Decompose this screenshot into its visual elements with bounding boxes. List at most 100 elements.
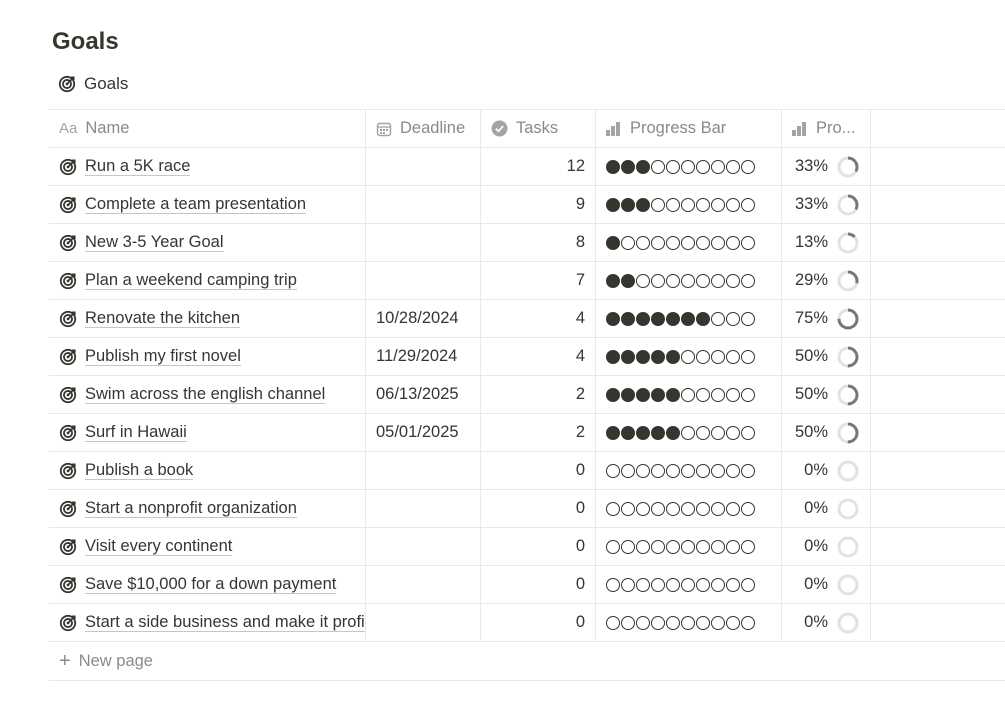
progress-dot: [741, 615, 755, 630]
goal-name-link[interactable]: Run a 5K race: [85, 157, 191, 176]
view-tab-label: Goals: [84, 74, 129, 93]
table-row[interactable]: Complete a team presentation 9 33%: [49, 186, 1005, 224]
cell-tasks[interactable]: 9: [481, 186, 596, 223]
column-header-progress-bar[interactable]: Progress Bar: [596, 110, 782, 147]
cell-progress-bar: [596, 414, 782, 451]
progress-dot: [606, 197, 620, 212]
table-row[interactable]: Start a nonprofit organization 0 0%: [49, 490, 1005, 528]
goal-name-link[interactable]: Publish my first novel: [85, 347, 241, 366]
table-row[interactable]: Swim across the english channel 06/13/20…: [49, 376, 1005, 414]
goal-name-link[interactable]: Renovate the kitchen: [85, 309, 241, 328]
progress-percent: 50%: [794, 423, 828, 441]
goal-name-link[interactable]: Surf in Hawaii: [85, 423, 187, 442]
cell-name[interactable]: Save $10,000 for a down payment: [49, 566, 366, 603]
progress-dot: [726, 197, 740, 212]
cell-tasks[interactable]: 0: [481, 490, 596, 527]
cell-name[interactable]: Start a nonprofit organization: [49, 490, 366, 527]
table-row[interactable]: Renovate the kitchen 10/28/2024 4 75%: [49, 300, 1005, 338]
cell-name[interactable]: Renovate the kitchen: [49, 300, 366, 337]
goal-name-link[interactable]: New 3-5 Year Goal: [85, 233, 224, 252]
cell-deadline[interactable]: 11/29/2024: [366, 338, 481, 375]
progress-dot: [621, 577, 635, 592]
cell-tasks[interactable]: 12: [481, 148, 596, 185]
cell-name[interactable]: New 3-5 Year Goal: [49, 224, 366, 261]
cell-tasks[interactable]: 0: [481, 528, 596, 565]
cell-deadline[interactable]: [366, 186, 481, 223]
table-row[interactable]: Visit every continent 0 0%: [49, 528, 1005, 566]
cell-name[interactable]: Complete a team presentation: [49, 186, 366, 223]
progress-ring: [837, 308, 859, 329]
cell-name[interactable]: Publish a book: [49, 452, 366, 489]
table-row[interactable]: Start a side business and make it profit…: [49, 604, 1005, 642]
row-filler: [871, 224, 1005, 261]
cell-deadline[interactable]: [366, 566, 481, 603]
cell-tasks[interactable]: 8: [481, 224, 596, 261]
table-row[interactable]: Surf in Hawaii 05/01/2025 2 50%: [49, 414, 1005, 452]
cell-deadline[interactable]: [366, 528, 481, 565]
goal-name-link[interactable]: Save $10,000 for a down payment: [85, 575, 337, 594]
cell-name[interactable]: Surf in Hawaii: [49, 414, 366, 451]
goal-name-link[interactable]: Start a nonprofit organization: [85, 499, 297, 518]
cell-deadline[interactable]: [366, 224, 481, 261]
progress-percent: 33%: [794, 157, 828, 175]
cell-deadline[interactable]: [366, 490, 481, 527]
goal-name-link[interactable]: Plan a weekend camping trip: [85, 271, 297, 290]
column-header-progress[interactable]: Pro...: [782, 110, 871, 147]
progress-dot: [651, 387, 665, 402]
progress-dot: [651, 615, 665, 630]
new-page-button[interactable]: + New page: [49, 642, 1005, 681]
cell-tasks[interactable]: 4: [481, 338, 596, 375]
cell-name[interactable]: Visit every continent: [49, 528, 366, 565]
progress-dot: [741, 159, 755, 174]
cell-deadline[interactable]: [366, 452, 481, 489]
progress-ring: [837, 536, 859, 557]
cell-name[interactable]: Swim across the english channel: [49, 376, 366, 413]
column-header-deadline[interactable]: Deadline: [366, 110, 481, 147]
cell-deadline[interactable]: 10/28/2024: [366, 300, 481, 337]
cell-deadline[interactable]: [366, 262, 481, 299]
goal-name-link[interactable]: Swim across the english channel: [85, 385, 326, 404]
goal-name-link[interactable]: Complete a team presentation: [85, 195, 307, 214]
progress-dot: [651, 501, 665, 516]
cell-tasks[interactable]: 2: [481, 376, 596, 413]
progress-dot: [666, 197, 680, 212]
progress-dot: [741, 463, 755, 478]
cell-tasks[interactable]: 2: [481, 414, 596, 451]
target-icon: [59, 348, 77, 366]
column-header-tasks[interactable]: Tasks: [481, 110, 596, 147]
table-row[interactable]: Publish my first novel 11/29/2024 4 50%: [49, 338, 1005, 376]
cell-tasks[interactable]: 0: [481, 604, 596, 641]
progress-dot: [726, 615, 740, 630]
cell-deadline[interactable]: [366, 148, 481, 185]
progress-percent: 75%: [794, 309, 828, 327]
table-row[interactable]: Save $10,000 for a down payment 0 0%: [49, 566, 1005, 604]
cell-progress-bar: [596, 224, 782, 261]
cell-tasks[interactable]: 4: [481, 300, 596, 337]
progress-dot: [651, 577, 665, 592]
cell-deadline[interactable]: [366, 604, 481, 641]
cell-deadline[interactable]: 05/01/2025: [366, 414, 481, 451]
goal-name-link[interactable]: Publish a book: [85, 461, 194, 480]
cell-tasks[interactable]: 0: [481, 452, 596, 489]
goal-name-link[interactable]: Start a side business and make it profit…: [85, 613, 365, 632]
table-row[interactable]: New 3-5 Year Goal 8 13%: [49, 224, 1005, 262]
row-filler: [871, 566, 1005, 603]
progress-dot: [696, 349, 710, 364]
goal-name-link[interactable]: Visit every continent: [85, 537, 233, 556]
cell-name[interactable]: Start a side business and make it profit…: [49, 604, 366, 641]
progress-dot: [666, 539, 680, 554]
column-header-name[interactable]: Aa Name: [49, 110, 366, 147]
cell-name[interactable]: Run a 5K race: [49, 148, 366, 185]
table-row[interactable]: Publish a book 0 0%: [49, 452, 1005, 490]
table-row[interactable]: Run a 5K race 12 33%: [49, 148, 1005, 186]
progress-dot: [741, 311, 755, 326]
tab-goals-view[interactable]: Goals: [58, 74, 128, 94]
cell-tasks[interactable]: 0: [481, 566, 596, 603]
table-row[interactable]: Plan a weekend camping trip 7 29%: [49, 262, 1005, 300]
progress-dot: [621, 501, 635, 516]
cell-name[interactable]: Plan a weekend camping trip: [49, 262, 366, 299]
cell-tasks[interactable]: 7: [481, 262, 596, 299]
progress-dots: [606, 539, 755, 554]
cell-name[interactable]: Publish my first novel: [49, 338, 366, 375]
cell-deadline[interactable]: 06/13/2025: [366, 376, 481, 413]
